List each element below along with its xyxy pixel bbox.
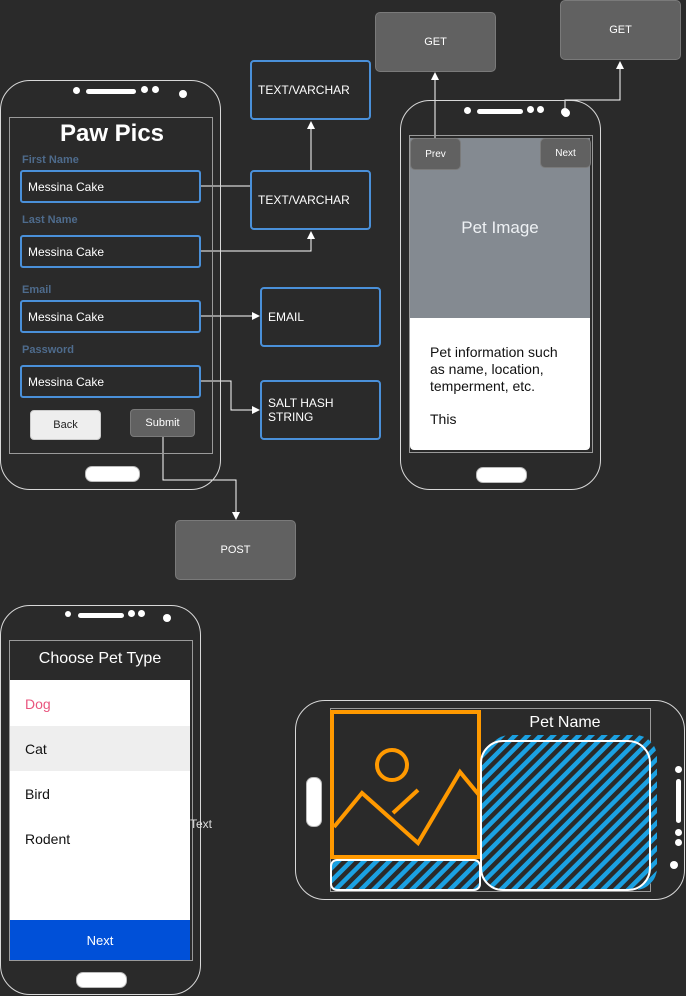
hatched-strip <box>330 859 481 891</box>
pet-name-label: Pet Name <box>529 714 601 731</box>
image-placeholder-icon <box>330 710 481 859</box>
hatched-card <box>480 740 651 891</box>
landscape-graphics <box>330 710 657 891</box>
